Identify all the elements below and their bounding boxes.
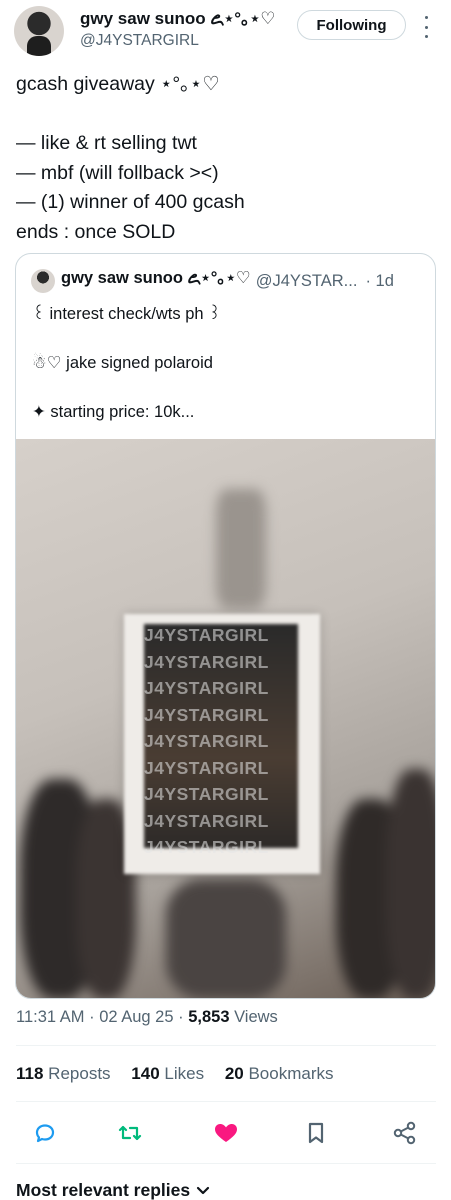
tweet-date[interactable]: 02 Aug 25 xyxy=(99,1008,173,1026)
quoted-tweet[interactable]: gwy saw sunoo ꧖⋆°｡⋆♡ @J4YSTAR... · 1d ꒰ … xyxy=(15,253,436,999)
quoted-avatar xyxy=(31,269,55,293)
divider xyxy=(16,1101,436,1102)
quoted-text: ꒰ interest check/wts ph ꒱ ☃︎♡ jake signe… xyxy=(32,302,426,425)
action-bar xyxy=(0,1118,451,1148)
watermark-text: J4YSTARGIRL xyxy=(144,678,269,698)
divider xyxy=(16,1045,436,1046)
tweet-header: gwy saw sunoo ꧖⋆°｡⋆♡ @J4YSTARGIRL Follow… xyxy=(14,6,438,56)
watermark-text: J4YSTARGIRL xyxy=(144,704,269,725)
repost-icon[interactable] xyxy=(115,1118,145,1148)
bookmark-icon[interactable] xyxy=(301,1118,331,1148)
quoted-tweet-header: gwy saw sunoo ꧖⋆°｡⋆♡ @J4YSTAR... · 1d xyxy=(31,268,425,294)
replies-sort[interactable]: Most relevant replies xyxy=(16,1180,210,1200)
views-count: 5,853 xyxy=(188,1008,230,1026)
heart-icon[interactable] xyxy=(211,1118,241,1148)
avatar[interactable] xyxy=(14,6,64,56)
reply-icon[interactable] xyxy=(30,1118,60,1148)
divider xyxy=(16,1163,436,1164)
more-options-icon[interactable] xyxy=(421,16,431,38)
author-display-name[interactable]: gwy saw sunoo ꧖⋆°｡⋆♡ xyxy=(80,8,300,30)
quoted-image[interactable]: J4YSTARGIRL J4YSTARGIRL J4YSTARGIRL J4YS… xyxy=(16,439,435,998)
quoted-line: ✦ starting price: 10k... xyxy=(32,403,195,421)
meta-separator: · xyxy=(89,1008,100,1026)
author-handle[interactable]: @J4YSTARGIRL xyxy=(80,30,300,52)
following-button[interactable]: Following xyxy=(297,10,406,40)
watermark-text: J4YSTARGIRL xyxy=(144,625,269,645)
author-info[interactable]: gwy saw sunoo ꧖⋆°｡⋆♡ @J4YSTARGIRL xyxy=(80,8,300,52)
tweet-line: ends : once SOLD xyxy=(16,220,176,243)
likes-label: Likes xyxy=(164,1064,205,1083)
watermark-text: J4YSTARGIRL xyxy=(144,757,269,778)
chevron-down-icon xyxy=(197,1187,210,1195)
bookmarks-label: Bookmarks xyxy=(248,1064,334,1083)
quoted-handle: @J4YSTAR... xyxy=(255,271,358,290)
tweet-text: gcash giveaway ⋆°｡⋆♡ — like & rt selling… xyxy=(16,70,436,247)
tweet-meta: 11:31 AM · 02 Aug 25 · 5,853 Views xyxy=(16,1008,278,1027)
likes-count: 140 xyxy=(131,1064,160,1083)
quoted-timestamp: · 1d xyxy=(365,271,394,290)
quoted-line: ꒰ interest check/wts ph ꒱ xyxy=(32,305,222,323)
engagement-stats: 118 Reposts 140 Likes 20 Bookmarks xyxy=(16,1064,350,1084)
reposts-count: 118 xyxy=(16,1064,44,1083)
tweet-line: — mbf (will follback ><) xyxy=(16,161,219,184)
watermark-text: J4YSTARGIRL xyxy=(144,731,269,751)
watermark-text: J4YSTARGIRL xyxy=(144,651,269,672)
views-label: Views xyxy=(234,1008,278,1026)
tweet-line: gcash giveaway ⋆°｡⋆♡ xyxy=(16,73,220,95)
reposts-stat[interactable]: 118 Reposts xyxy=(16,1064,111,1083)
watermark-text: J4YSTARGIRL xyxy=(144,810,269,831)
quoted-line xyxy=(32,376,426,401)
meta-separator: · xyxy=(178,1008,189,1026)
reposts-label: Reposts xyxy=(48,1064,111,1083)
tweet-line xyxy=(16,100,436,130)
watermark-overlay: J4YSTARGIRL J4YSTARGIRL J4YSTARGIRL J4YS… xyxy=(144,622,314,861)
likes-stat[interactable]: 140 Likes xyxy=(131,1064,204,1083)
quoted-display-name: gwy saw sunoo ꧖⋆°｡⋆♡ xyxy=(61,268,251,287)
tweet-line: — (1) winner of 400 gcash xyxy=(16,191,245,213)
replies-sort-label: Most relevant replies xyxy=(16,1180,191,1200)
bookmarks-stat[interactable]: 20 Bookmarks xyxy=(225,1064,334,1083)
bookmarks-count: 20 xyxy=(224,1064,244,1083)
tweet-line: — like & rt selling twt xyxy=(16,132,197,154)
quoted-line xyxy=(32,327,426,352)
share-icon[interactable] xyxy=(390,1118,420,1148)
watermark-text: J4YSTARGIRL xyxy=(144,784,269,804)
tweet-time[interactable]: 11:31 AM xyxy=(16,1008,85,1026)
quoted-line: ☃︎♡ jake signed polaroid xyxy=(32,354,213,372)
watermark-text: J4YSTARGIRL xyxy=(144,837,269,857)
